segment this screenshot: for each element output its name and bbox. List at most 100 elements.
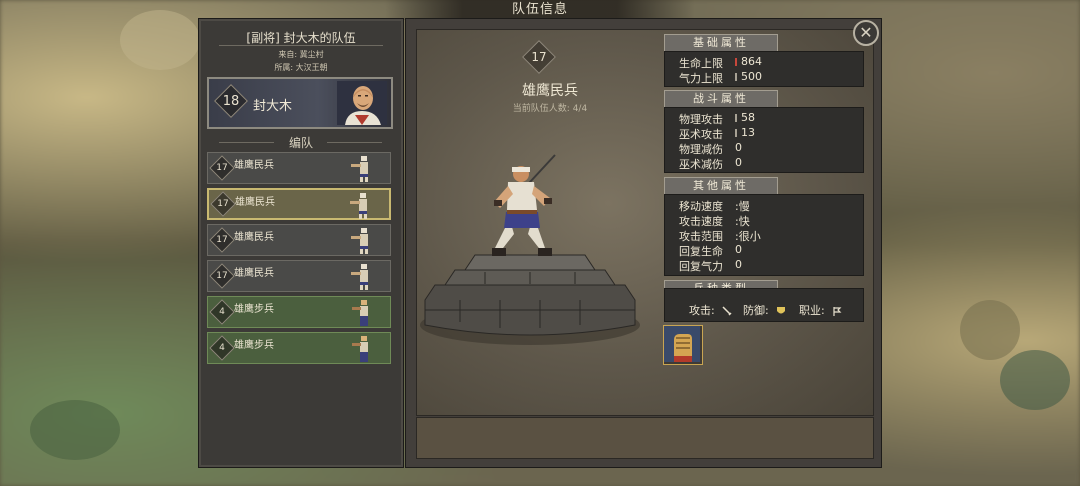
general-level: 18 bbox=[222, 93, 240, 109]
unit-row-selected[interactable]: 17 雄鹰民兵 bbox=[207, 188, 391, 220]
close-icon: ✕ bbox=[859, 23, 873, 42]
attack-type-label: 攻击: bbox=[689, 304, 715, 317]
general-level-badge: 18 bbox=[214, 84, 248, 118]
combat-attributes-box: 物理攻击 58 巫术攻击 13 物理减伤 0 巫术减伤 0 bbox=[664, 107, 864, 173]
stat-label: 巫术攻击 bbox=[679, 128, 723, 141]
stat-value: :很小 bbox=[735, 230, 761, 243]
unit-level-badge: 17 bbox=[209, 154, 235, 182]
map-building bbox=[30, 400, 120, 460]
militia-portrait bbox=[351, 228, 368, 254]
unit-row[interactable]: 17 雄鹰民兵 bbox=[207, 152, 391, 184]
map-building bbox=[960, 300, 1020, 360]
stat-label: 回复气力 bbox=[679, 260, 723, 273]
formation-divider-right bbox=[327, 142, 382, 143]
stat-label: 巫术减伤 bbox=[679, 158, 723, 171]
stat-label: 生命上限 bbox=[679, 57, 723, 70]
unit-level-badge: 17 bbox=[209, 262, 235, 290]
unit-level: 17 bbox=[216, 163, 228, 173]
stat-value: :快 bbox=[735, 215, 750, 228]
panel-footer bbox=[416, 417, 874, 459]
stat-value: 13 bbox=[735, 126, 755, 139]
hp-max-value: 864 bbox=[741, 55, 762, 68]
team-title: [副将] 封大木的队伍 bbox=[246, 31, 356, 45]
unit-title: 雄鹰民兵 bbox=[522, 83, 578, 99]
window-title: 队伍信息 bbox=[511, 2, 568, 17]
unit-row[interactable]: 17 雄鹰民兵 bbox=[207, 260, 391, 292]
stat-value: 0 bbox=[735, 243, 742, 256]
unit-name: 雄鹰步兵 bbox=[234, 340, 274, 351]
stat-value: 0 bbox=[735, 258, 742, 271]
stat-value: 500 bbox=[735, 70, 762, 83]
defense-type-label: 防御: bbox=[743, 304, 769, 317]
job-type-label: 职业: bbox=[799, 304, 825, 317]
stat-label: 攻击范围 bbox=[679, 230, 723, 243]
unit-name: 雄鹰民兵 bbox=[235, 197, 275, 208]
detail-level-badge: 17 bbox=[522, 40, 556, 74]
other-attributes-header: 其他属性 bbox=[664, 177, 778, 195]
unit-name: 雄鹰民兵 bbox=[234, 268, 274, 279]
other-attributes-box: 移动速度 :慢 攻击速度 :快 攻击范围 :很小 回复生命 0 回复气力 0 bbox=[664, 194, 864, 276]
stat-label: 物理减伤 bbox=[679, 143, 723, 156]
unit-level: 17 bbox=[216, 235, 228, 245]
magic-attack-value: 13 bbox=[741, 126, 755, 139]
combat-attributes-header: 战斗属性 bbox=[664, 90, 778, 108]
phys-attack-value: 58 bbox=[741, 111, 755, 124]
unit-row[interactable]: 17 雄鹰民兵 bbox=[207, 224, 391, 256]
infantry-portrait bbox=[352, 336, 368, 362]
stat-label: 气力上限 bbox=[679, 72, 723, 85]
attack-type: 攻击: bbox=[689, 302, 733, 318]
general-portrait bbox=[337, 81, 387, 125]
stat-value: :慢 bbox=[735, 200, 750, 213]
stat-value: 0 bbox=[735, 156, 742, 169]
unit-level-badge: 17 bbox=[210, 190, 236, 218]
formation-divider-left bbox=[219, 142, 274, 143]
sword-icon bbox=[722, 306, 732, 316]
infantry-portrait bbox=[352, 300, 368, 326]
stamina-max-value: 500 bbox=[741, 70, 762, 83]
stat-value: 0 bbox=[735, 141, 742, 154]
fist-skill-icon bbox=[664, 326, 700, 362]
unit-level: 4 bbox=[219, 307, 225, 317]
unit-level: 4 bbox=[219, 343, 225, 353]
skill-slot[interactable] bbox=[663, 325, 703, 365]
stat-label: 攻击速度 bbox=[679, 215, 723, 228]
team-origin: 来自: 冀尘村 bbox=[278, 50, 324, 59]
shield-icon bbox=[777, 307, 786, 314]
unit-row[interactable]: 4 雄鹰步兵 bbox=[207, 332, 391, 364]
stat-value: 864 bbox=[735, 55, 762, 68]
attack-range-value: 很小 bbox=[738, 230, 761, 243]
unit-level-badge: 4 bbox=[209, 334, 235, 362]
team-faction: 所属: 大汉王朝 bbox=[274, 63, 328, 72]
basic-attributes-box: 生命上限 864 气力上限 500 bbox=[664, 51, 864, 87]
defense-type: 防御: bbox=[743, 302, 787, 318]
unit-row[interactable]: 4 雄鹰步兵 bbox=[207, 296, 391, 328]
banner-icon bbox=[833, 307, 842, 316]
unit-type-box: 攻击: 防御: 职业: bbox=[664, 288, 864, 322]
unit-model bbox=[420, 154, 640, 345]
stat-value: 58 bbox=[735, 111, 755, 124]
unit-name: 雄鹰步兵 bbox=[234, 304, 274, 315]
basic-attributes-header: 基础属性 bbox=[664, 34, 778, 52]
detail-level: 17 bbox=[531, 50, 547, 64]
general-name: 封大木 bbox=[253, 99, 293, 114]
unit-count: 当前队伍人数: 4/4 bbox=[512, 104, 588, 114]
job-type: 职业: bbox=[799, 302, 843, 318]
militia-portrait bbox=[351, 156, 368, 182]
close-button[interactable]: ✕ bbox=[853, 20, 879, 46]
stat-label: 移动速度 bbox=[679, 200, 723, 213]
title-divider bbox=[219, 45, 383, 46]
unit-name: 雄鹰民兵 bbox=[234, 160, 274, 171]
militia-portrait bbox=[350, 193, 367, 219]
stat-label: 回复生命 bbox=[679, 245, 723, 258]
unit-level-badge: 17 bbox=[209, 226, 235, 254]
stat-label: 物理攻击 bbox=[679, 113, 723, 126]
unit-level-badge: 4 bbox=[209, 298, 235, 326]
unit-level: 17 bbox=[217, 199, 229, 209]
team-panel: [副将] 封大木的队伍 来自: 冀尘村 所属: 大汉王朝 18 封大木 编队 1… bbox=[198, 18, 404, 468]
unit-name: 雄鹰民兵 bbox=[234, 232, 274, 243]
attack-speed-value: 快 bbox=[738, 215, 750, 228]
militia-portrait bbox=[351, 264, 368, 290]
move-speed-value: 慢 bbox=[738, 200, 750, 213]
map-building bbox=[1000, 350, 1070, 410]
general-card[interactable]: 18 封大木 bbox=[207, 77, 393, 129]
